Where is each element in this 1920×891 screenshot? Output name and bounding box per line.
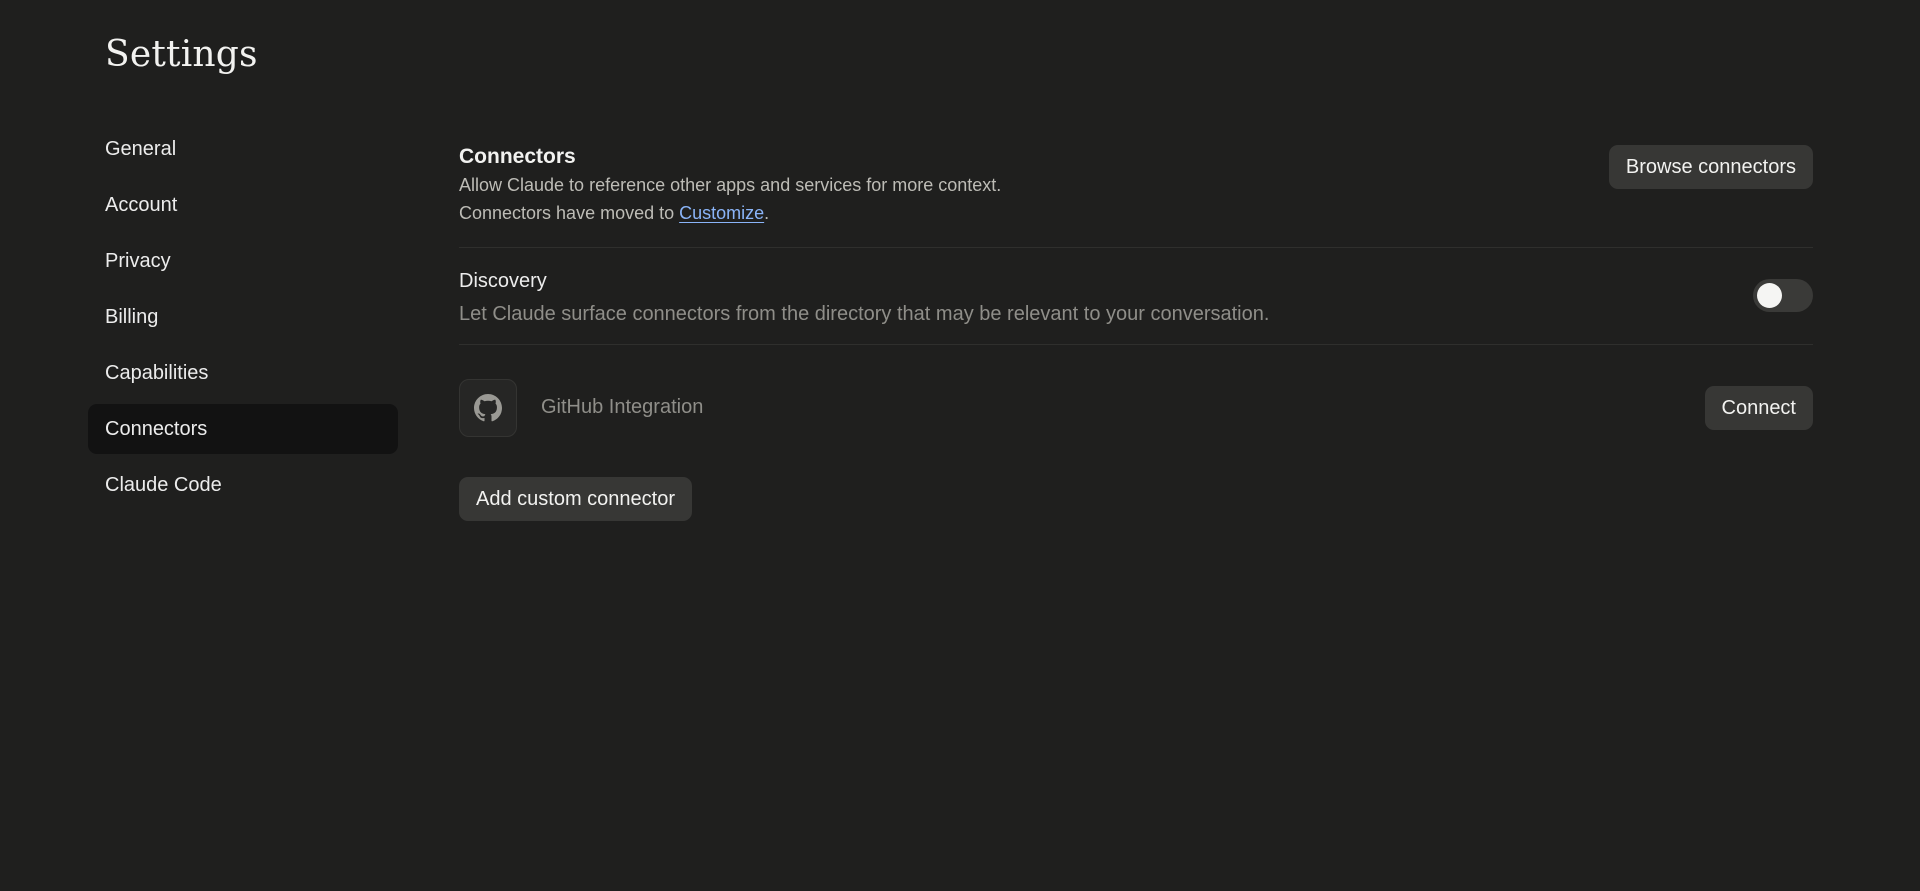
discovery-title: Discovery xyxy=(459,270,547,292)
integration-icon-box xyxy=(459,379,517,437)
settings-sidebar: General Account Privacy Billing Capabili… xyxy=(88,124,398,516)
sidebar-item-billing[interactable]: Billing xyxy=(88,292,398,342)
discovery-section: Discovery Let Claude surface connectors … xyxy=(459,248,1813,345)
connectors-section: Connectors Allow Claude to reference oth… xyxy=(459,143,1813,248)
integration-row-github: GitHub Integration Connect xyxy=(459,345,1813,453)
sidebar-item-label: General xyxy=(105,137,177,160)
sidebar-item-general[interactable]: General xyxy=(88,124,398,174)
moved-suffix: . xyxy=(764,203,770,223)
sidebar-item-account[interactable]: Account xyxy=(88,180,398,230)
connectors-moved-note: Connectors have moved to Customize. xyxy=(459,199,1813,227)
discovery-toggle[interactable] xyxy=(1753,279,1813,312)
sidebar-item-connectors[interactable]: Connectors xyxy=(88,404,398,454)
page-title: Settings xyxy=(105,34,258,75)
browse-connectors-button[interactable]: Browse connectors xyxy=(1608,145,1813,189)
toggle-knob xyxy=(1757,283,1782,308)
sidebar-item-label: Account xyxy=(105,193,178,216)
sidebar-item-privacy[interactable]: Privacy xyxy=(88,236,398,286)
discovery-description: Let Claude surface connectors from the d… xyxy=(459,303,1270,325)
sidebar-item-label: Connectors xyxy=(105,417,208,440)
github-icon xyxy=(474,394,502,422)
sidebar-item-capabilities[interactable]: Capabilities xyxy=(88,348,398,398)
sidebar-item-label: Billing xyxy=(105,305,159,328)
settings-page: Settings General Account Privacy Billing… xyxy=(0,0,1920,891)
sidebar-item-claude-code[interactable]: Claude Code xyxy=(88,460,398,510)
sidebar-item-label: Claude Code xyxy=(105,473,222,496)
connectors-panel: Connectors Allow Claude to reference oth… xyxy=(459,140,1813,521)
customize-link[interactable]: Customize xyxy=(679,203,764,223)
add-custom-connector-button[interactable]: Add custom connector xyxy=(459,477,692,521)
integration-name: GitHub Integration xyxy=(541,396,704,418)
moved-prefix: Connectors have moved to xyxy=(459,203,680,223)
sidebar-item-label: Privacy xyxy=(105,249,171,272)
sidebar-item-label: Capabilities xyxy=(105,361,209,384)
connect-github-button[interactable]: Connect xyxy=(1704,386,1813,430)
